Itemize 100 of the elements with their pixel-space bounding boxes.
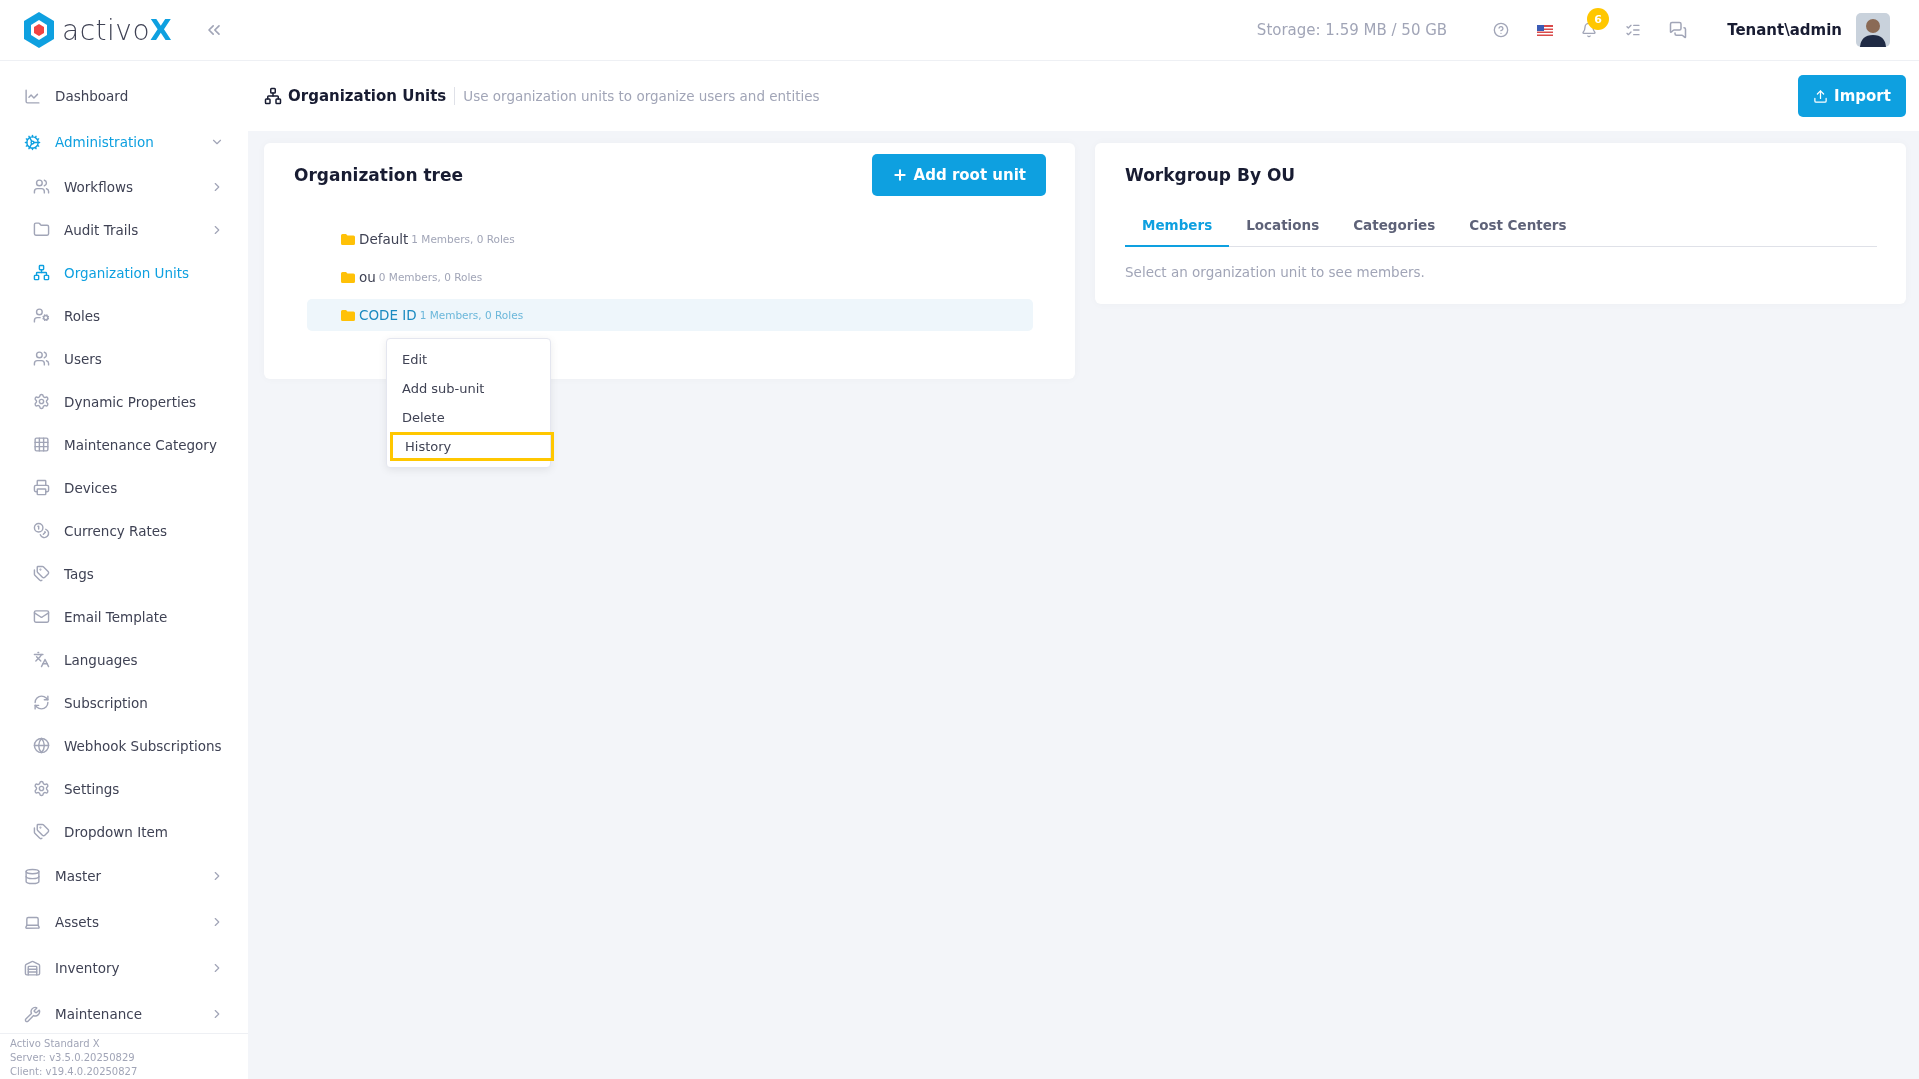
sidebar-label: Dashboard — [55, 88, 130, 104]
globe-icon — [33, 737, 50, 754]
node-info: 1 Members, 0 Roles — [411, 233, 515, 245]
sidebar-item[interactable]: Webhook Subscriptions — [0, 724, 248, 767]
sidebar-item[interactable]: Users — [0, 337, 248, 380]
sidebar-label: Email Template — [64, 608, 169, 625]
sidebar-label: Settings — [64, 780, 121, 797]
sidebar-label: Tags — [64, 565, 95, 582]
card-title: Organization tree — [294, 165, 463, 185]
sidebar-item[interactable]: Inventory — [0, 945, 248, 991]
sidebar-label: Dynamic Properties — [64, 393, 198, 410]
sidebar-item[interactable]: Currency Rates — [0, 509, 248, 552]
checklist-icon[interactable] — [1625, 22, 1642, 38]
tree-node[interactable]: CODE ID 1 Members, 0 Roles — [307, 299, 1033, 331]
sidebar-label: Users — [64, 350, 103, 367]
sidebar-label: Currency Rates — [64, 522, 169, 539]
folder-icon — [341, 309, 355, 321]
empty-message: Select an organization unit to see members. — [1124, 263, 1426, 282]
tab[interactable]: Categories — [1336, 207, 1453, 247]
sidebar-item[interactable]: Roles — [0, 294, 248, 337]
sidebar-item[interactable]: Audit Trails — [0, 208, 248, 251]
sidebar-item[interactable]: Subscription — [0, 681, 248, 724]
sidebar-item[interactable]: Settings — [0, 767, 248, 810]
user-name[interactable]: Tenant\admin — [1727, 21, 1842, 39]
version-text: Client: v19.4.0.20250827 — [10, 1066, 139, 1077]
sidebar-label: Workflows — [64, 178, 135, 195]
sidebar-label: Devices — [64, 479, 119, 496]
menu-item[interactable]: Delete — [387, 403, 550, 432]
help-icon[interactable] — [1493, 22, 1510, 38]
folder-icon — [341, 271, 355, 283]
logo-mark: X — [150, 13, 172, 47]
tab[interactable]: Locations — [1229, 207, 1337, 247]
sidebar-label: Master — [55, 868, 103, 884]
card-title: Workgroup By OU — [1125, 165, 1296, 185]
sidebar-item[interactable]: Dynamic Properties — [0, 380, 248, 423]
people-icon — [33, 178, 50, 195]
storage-text: Storage: 1.59 MB / 50 GB — [1256, 21, 1448, 39]
sidebar-label: Subscription — [64, 694, 149, 711]
menu-item[interactable]: Add sub-unit — [387, 374, 550, 403]
flag-icon[interactable] — [1537, 24, 1554, 36]
grid-icon — [33, 436, 50, 453]
sidebar-item[interactable]: Maintenance — [0, 991, 248, 1033]
folder-icon — [341, 233, 355, 245]
menu-item[interactable]: History — [390, 432, 554, 461]
tree-node[interactable]: Default 1 Members, 0 Roles — [307, 223, 1033, 255]
version-text: Server: v3.5.0.20250829 — [10, 1052, 136, 1063]
sidebar-label: Administration — [55, 134, 155, 150]
logo-icon — [22, 11, 56, 49]
tree-node[interactable]: ou 0 Members, 0 Roles — [307, 261, 1033, 293]
bell-icon[interactable] — [1581, 22, 1598, 38]
sidebar-label: Inventory — [55, 960, 121, 976]
sidebar-item[interactable]: Assets — [0, 899, 248, 945]
sidebar-label: Webhook Subscriptions — [64, 737, 223, 754]
languages-icon — [33, 651, 50, 668]
user-gear-icon — [33, 307, 50, 324]
sidebar-label: Languages — [64, 651, 139, 668]
gear-icon — [33, 393, 50, 410]
version-text: Activo Standard X — [10, 1038, 101, 1049]
page-title: Organization Units — [288, 87, 456, 105]
tags-icon — [33, 823, 50, 840]
chart-icon — [24, 87, 41, 105]
page-description: Use organization units to organize users and entities — [463, 88, 821, 104]
sidebar-item[interactable]: Dashboard — [0, 73, 248, 119]
warehouse-icon — [24, 959, 41, 977]
sidebar-item[interactable]: Master — [0, 853, 248, 899]
database-icon — [24, 867, 41, 885]
avatar-icon[interactable] — [1856, 13, 1890, 47]
sidebar-item[interactable]: Maintenance Category — [0, 423, 248, 466]
sidebar-label: Dropdown Item — [64, 823, 169, 840]
people-icon — [33, 350, 50, 367]
upload-icon — [1813, 88, 1829, 104]
tags-icon — [33, 565, 50, 582]
plus-icon — [891, 167, 908, 183]
logo-text: activo — [62, 13, 150, 47]
sidebar-label: Audit Trails — [64, 221, 140, 238]
sidebar-label: Organization Units — [64, 264, 191, 281]
sidebar-item[interactable]: Languages — [0, 638, 248, 681]
wrench-icon — [24, 1005, 41, 1023]
sidebar-label: Assets — [55, 914, 100, 930]
node-info: 1 Members, 0 Roles — [419, 309, 524, 321]
notification-badge: 6 — [1587, 8, 1610, 30]
sidebar-item[interactable]: Email Template — [0, 595, 248, 638]
sidebar-label: Maintenance Category — [64, 436, 218, 453]
node-name: CODE ID — [359, 307, 417, 323]
chat-icon[interactable] — [1669, 21, 1688, 39]
sidebar-label: Roles — [64, 307, 102, 324]
refresh-icon — [33, 694, 50, 711]
node-info: 0 Members, 0 Roles — [378, 271, 483, 283]
tab[interactable]: Cost Centers — [1452, 207, 1584, 247]
sidebar-item[interactable]: Tags — [0, 552, 248, 595]
sidebar-label: Maintenance — [55, 1006, 143, 1022]
menu-item[interactable]: Edit — [387, 345, 550, 374]
sidebar-item[interactable]: Dropdown Item — [0, 810, 248, 853]
hierarchy-icon — [33, 264, 50, 281]
gears-icon — [24, 133, 41, 151]
sidebar-item[interactable]: Workflows — [0, 165, 248, 208]
folder-icon — [33, 221, 50, 238]
hierarchy-icon — [264, 87, 282, 105]
sidebar-item[interactable]: Devices — [0, 466, 248, 509]
envelope-icon — [33, 608, 50, 625]
